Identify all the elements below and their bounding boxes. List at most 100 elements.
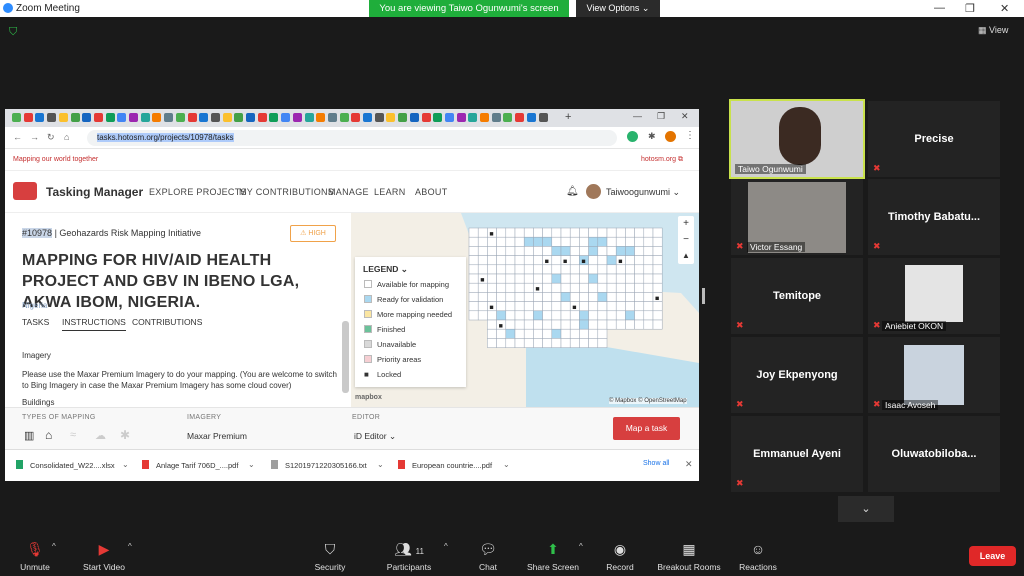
task-cell[interactable] — [505, 338, 516, 348]
browser-tab-favicon[interactable] — [398, 113, 408, 122]
task-cell[interactable] — [588, 246, 599, 256]
task-cell[interactable] — [514, 227, 525, 238]
browser-tab-favicon[interactable] — [199, 113, 209, 122]
task-cell[interactable] — [468, 227, 479, 238]
task-cell[interactable] — [588, 338, 599, 348]
browser-tab-favicon[interactable] — [257, 113, 267, 122]
restore-icon[interactable]: ❐ — [965, 2, 975, 15]
task-cell[interactable] — [569, 255, 580, 266]
task-cell[interactable] — [606, 255, 617, 266]
task-cell[interactable] — [487, 328, 497, 339]
nav-my-contributions[interactable]: MY CONTRIBUTIONS — [239, 187, 334, 197]
leave-button[interactable]: Leave — [969, 546, 1016, 566]
task-cell[interactable] — [643, 310, 654, 321]
task-cell[interactable] — [477, 310, 488, 321]
participant-tile-taiwo[interactable]: Taiwo Ogunwumi — [729, 99, 865, 179]
record-button[interactable]: ◉ Record — [585, 528, 655, 576]
zoom-in-icon[interactable]: + — [678, 216, 694, 232]
task-cell[interactable] — [606, 310, 617, 321]
task-cell[interactable] — [551, 301, 562, 312]
task-cell[interactable] — [588, 273, 599, 284]
download-item[interactable]: European countrie....pdf — [412, 461, 492, 470]
browser-tab-favicon[interactable] — [117, 113, 127, 122]
task-cell[interactable] — [551, 338, 562, 348]
browser-tab-favicon[interactable] — [491, 113, 501, 122]
task-cell[interactable] — [625, 282, 635, 293]
task-cell[interactable] — [542, 319, 553, 330]
browser-tab-favicon[interactable] — [281, 113, 291, 122]
task-cell[interactable] — [569, 273, 580, 284]
task-cell[interactable] — [487, 282, 497, 293]
close-icon[interactable]: ✕ — [681, 111, 689, 122]
task-cell[interactable] — [523, 328, 534, 339]
task-cell[interactable] — [643, 301, 654, 312]
participant-tile-joy[interactable]: Joy Ekpenyong ✖ — [731, 337, 863, 413]
task-cell[interactable] — [643, 227, 654, 238]
participant-tile-timothy[interactable]: Timothy Babatu... ✖ — [868, 179, 1000, 255]
task-cell[interactable] — [468, 264, 479, 275]
task-cell[interactable] — [533, 338, 543, 348]
task-cell[interactable] — [634, 282, 645, 293]
task-cell[interactable] — [551, 227, 562, 238]
task-cell[interactable] — [514, 282, 525, 293]
task-cell[interactable] — [523, 301, 534, 312]
task-cell[interactable] — [569, 310, 580, 321]
security-shield-icon[interactable]: ⛉ — [9, 26, 20, 38]
task-cell[interactable] — [487, 273, 497, 284]
task-cell[interactable] — [606, 246, 617, 256]
unmute-button[interactable]: 🎙︎ Unmute — [0, 528, 70, 576]
task-cell[interactable] — [533, 255, 543, 266]
nav-manage[interactable]: MANAGE — [328, 187, 369, 197]
task-cell[interactable] — [597, 328, 608, 339]
browser-tab-favicon[interactable] — [12, 113, 21, 122]
task-cell[interactable] — [634, 310, 645, 321]
task-cell[interactable] — [625, 310, 635, 321]
task-cell[interactable] — [569, 292, 580, 302]
task-cell[interactable] — [514, 246, 525, 256]
task-cell[interactable] — [468, 236, 479, 247]
browser-tab-favicon[interactable] — [82, 113, 92, 122]
task-cell[interactable] — [468, 255, 479, 266]
browser-tab-favicon[interactable] — [538, 113, 548, 122]
task-cell[interactable] — [615, 246, 626, 256]
task-cell[interactable] — [634, 264, 645, 275]
task-cell[interactable] — [588, 328, 599, 339]
task-cell[interactable] — [551, 264, 562, 275]
browser-tab-favicon[interactable] — [503, 113, 513, 122]
task-cell[interactable] — [588, 319, 599, 330]
pane-scrollbar[interactable] — [342, 321, 349, 393]
task-cell[interactable] — [625, 227, 635, 238]
task-cell[interactable] — [505, 319, 516, 330]
task-cell[interactable] — [588, 264, 599, 275]
task-cell[interactable] — [579, 328, 589, 339]
breakout-rooms-button[interactable]: ▦ Breakout Rooms — [649, 528, 729, 576]
participants-button[interactable]: 👥︎ 11 Participants — [374, 528, 444, 576]
share-options-chevron-icon[interactable]: ^ — [579, 542, 583, 551]
task-cell[interactable] — [551, 310, 562, 321]
browser-tab-favicon[interactable] — [93, 113, 103, 122]
task-cell[interactable] — [643, 236, 654, 247]
reload-icon[interactable]: ↻ — [47, 132, 55, 143]
participant-tile-victor[interactable]: ✖ Victor Essang — [731, 179, 863, 255]
browser-tab-favicon[interactable] — [222, 113, 232, 122]
split-handle[interactable] — [702, 288, 705, 304]
browser-tab-favicon[interactable] — [70, 113, 80, 122]
task-cell[interactable] — [634, 273, 645, 284]
task-cell[interactable] — [597, 236, 608, 247]
task-cell[interactable] — [634, 319, 645, 330]
legend-title[interactable]: LEGEND ⌄ — [363, 264, 408, 275]
task-cell[interactable] — [579, 227, 589, 238]
tm-logo-text[interactable]: Tasking Manager — [46, 185, 143, 199]
task-cell[interactable] — [487, 246, 497, 256]
task-cell[interactable] — [588, 236, 599, 247]
task-cell[interactable] — [569, 319, 580, 330]
task-cell[interactable] — [597, 292, 608, 302]
browser-tab-favicon[interactable] — [526, 113, 536, 122]
task-cell[interactable] — [533, 310, 543, 321]
back-icon[interactable]: ← — [13, 132, 22, 142]
task-cell[interactable] — [542, 264, 553, 275]
task-cell[interactable] — [496, 310, 507, 321]
task-cell[interactable] — [551, 319, 562, 330]
task-cell[interactable] — [597, 319, 608, 330]
task-cell[interactable] — [523, 264, 534, 275]
